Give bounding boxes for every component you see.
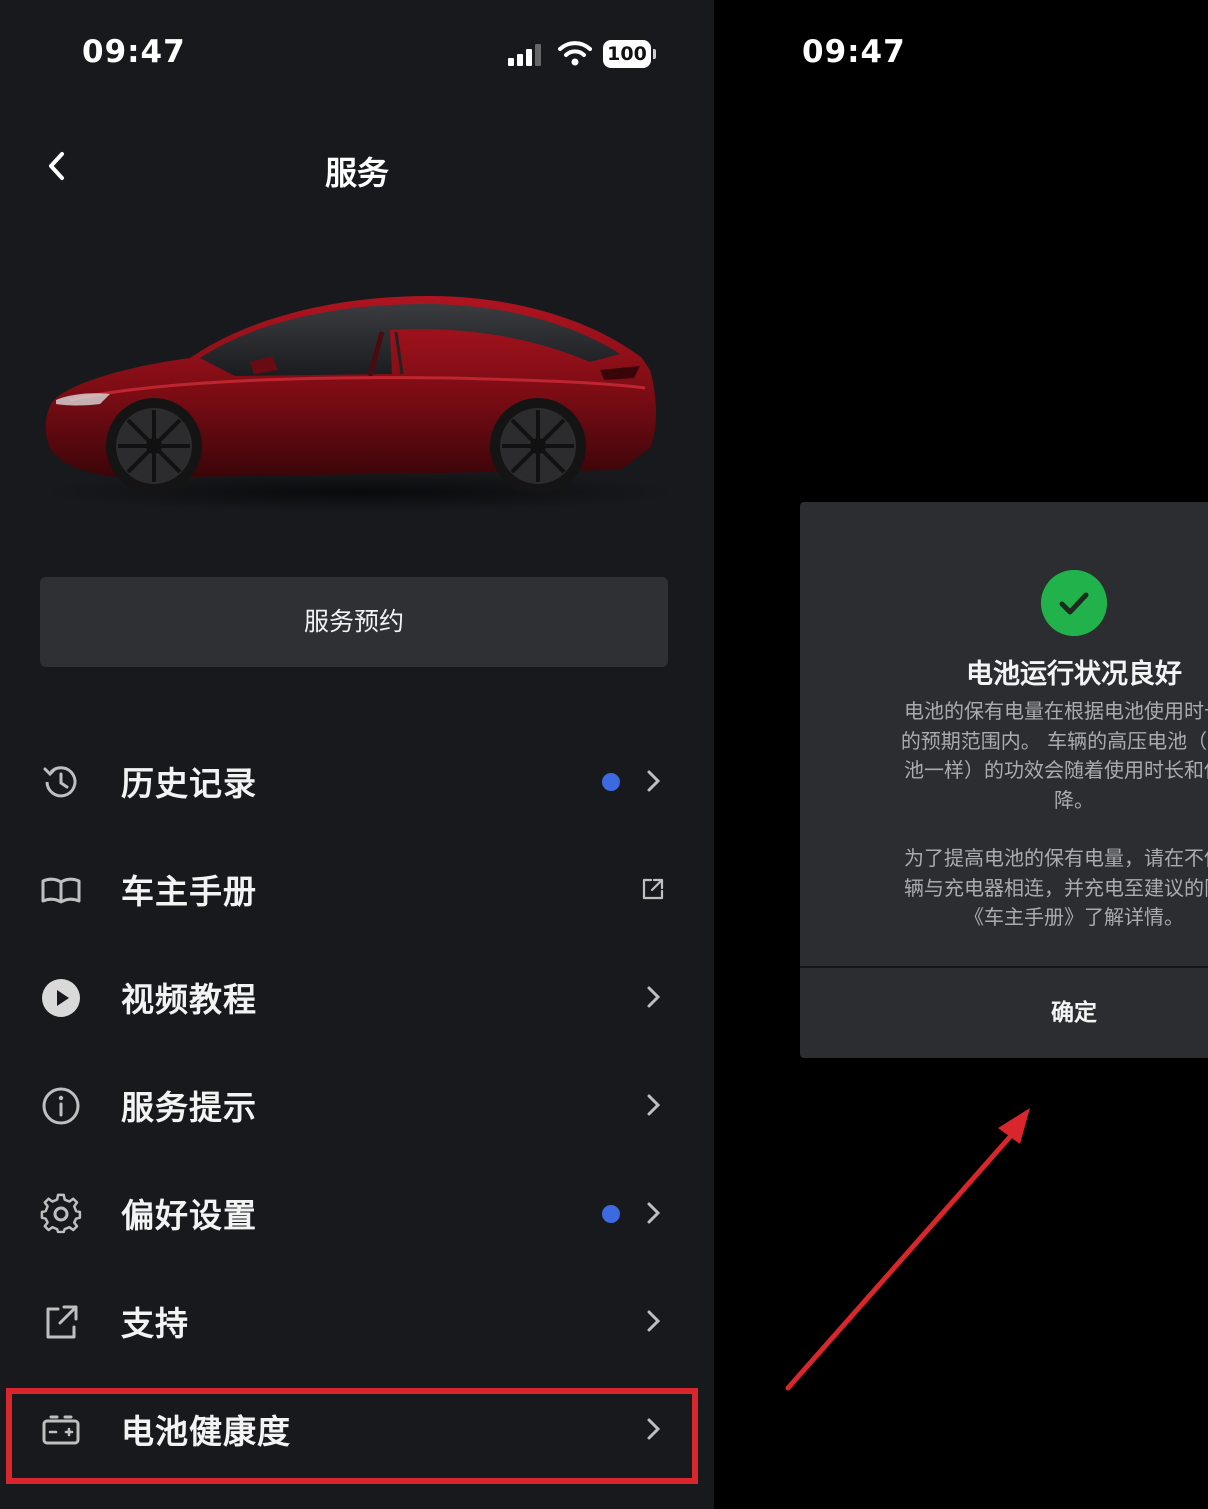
battery-status-dialog: 电池运行状况良好 电池的保有电量在根据电池使用时长和 的预期范围内。 车辆的高压… bbox=[800, 502, 1208, 1058]
chevron-right-icon bbox=[647, 986, 661, 1008]
menu-item-label: 支持 bbox=[121, 1304, 189, 1343]
battery-nub bbox=[653, 49, 656, 59]
dialog-body-line: 的预期范围内。 车辆的高压电池（与所 bbox=[900, 728, 1208, 753]
service-appointment-button[interactable]: 服务预约 bbox=[40, 577, 668, 667]
status-icons: 100 bbox=[508, 38, 658, 70]
menu-item-preferences[interactable]: 偏好设置 bbox=[0, 1159, 714, 1267]
dialog-body-line: 池一样）的功效会随着使用时长和使用 bbox=[904, 758, 1208, 782]
dialog-body-line: 降。 bbox=[1054, 787, 1094, 812]
chevron-right-icon bbox=[647, 770, 661, 792]
dialog-body-line: 为了提高电池的保有电量，请在不使用 bbox=[904, 846, 1208, 870]
front-wheel bbox=[106, 398, 202, 494]
gear-icon bbox=[40, 1193, 82, 1234]
highlight-annotation-box bbox=[6, 1388, 698, 1484]
dialog-body: 电池的保有电量在根据电池使用时长和 的预期范围内。 车辆的高压电池（与所 池一样… bbox=[800, 697, 1208, 933]
wifi-icon bbox=[558, 41, 592, 66]
notification-dot bbox=[602, 773, 620, 791]
external-link-icon bbox=[46, 1305, 78, 1339]
menu-item-service-tips[interactable]: 服务提示 bbox=[0, 1051, 714, 1159]
chevron-right-icon bbox=[647, 1310, 661, 1332]
dialog-title: 电池运行状况良好 bbox=[966, 659, 1182, 690]
chevron-right-icon bbox=[647, 1094, 661, 1116]
play-icon bbox=[42, 979, 80, 1017]
page-title: 服务 bbox=[324, 154, 389, 192]
menu-item-label: 服务提示 bbox=[121, 1088, 257, 1127]
menu-item-owners-manual[interactable]: 车主手册 bbox=[0, 835, 714, 943]
menu-item-label: 偏好设置 bbox=[121, 1196, 257, 1235]
status-time: 09:47 bbox=[82, 34, 186, 70]
dialog-body-line: 辆与充电器相连，并充电至建议的限值 bbox=[904, 875, 1208, 900]
check-circle-icon bbox=[1041, 570, 1107, 636]
battery-status-icon: 100 bbox=[603, 40, 651, 68]
info-icon bbox=[42, 1087, 80, 1125]
menu-item-support[interactable]: 支持 bbox=[0, 1267, 714, 1375]
external-link-icon bbox=[642, 878, 664, 900]
book-icon bbox=[41, 877, 81, 904]
service-screen: 09:47 100 服务 服务预约 历史记录 车主手册 视频教程 服务提示 偏好… bbox=[0, 0, 714, 1509]
history-icon bbox=[43, 766, 77, 798]
chevron-right-icon bbox=[647, 1202, 661, 1224]
menu-item-video-tutorials[interactable]: 视频教程 bbox=[0, 943, 714, 1051]
dialog-body-line: 《车主手册》了解详情。 bbox=[964, 905, 1184, 929]
notification-dot bbox=[602, 1205, 620, 1223]
confirm-button[interactable]: 确定 bbox=[800, 968, 1208, 1058]
signal-icon bbox=[508, 44, 548, 66]
battery-health-screen: 09:47 电池运行状况良好 电池的保有电量在根据电池使用时长和 的预期范围内。… bbox=[714, 0, 1208, 1509]
menu-item-label: 视频教程 bbox=[121, 980, 257, 1019]
dialog-body-line: 电池的保有电量在根据电池使用时长和 bbox=[904, 699, 1208, 723]
rear-wheel bbox=[490, 398, 586, 494]
menu-item-label: 历史记录 bbox=[121, 764, 257, 803]
menu-item-label: 车主手册 bbox=[121, 872, 257, 911]
car-image bbox=[40, 296, 680, 512]
status-time: 09:47 bbox=[802, 34, 906, 70]
menu-item-history[interactable]: 历史记录 bbox=[0, 727, 714, 835]
